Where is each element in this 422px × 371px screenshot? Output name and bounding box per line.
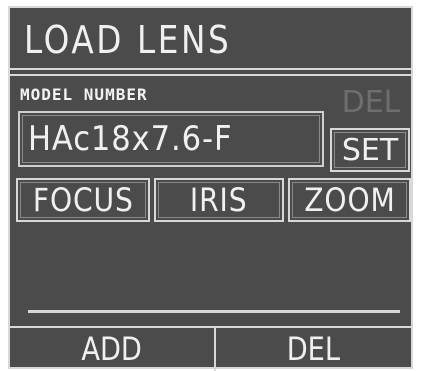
tab-iris[interactable]: IRIS <box>154 178 284 222</box>
set-button-label: SET <box>341 132 399 168</box>
tab-zoom-label: ZOOM <box>303 181 396 219</box>
add-button-label: ADD <box>81 330 143 368</box>
page-title: LOAD LENS <box>24 18 232 62</box>
bottom-bar-divider <box>10 326 411 328</box>
tab-iris-label: IRIS <box>190 181 248 219</box>
delete-model-button-label: DEL <box>341 84 401 120</box>
model-number-field[interactable]: HAc18x7.6-F <box>18 111 324 167</box>
delete-button[interactable]: DEL <box>216 330 411 368</box>
delete-model-button[interactable]: DEL <box>334 78 408 126</box>
tab-zoom[interactable]: ZOOM <box>288 178 411 222</box>
tab-focus-label: FOCUS <box>32 181 134 219</box>
tab-focus[interactable]: FOCUS <box>16 178 150 222</box>
set-button[interactable]: SET <box>330 128 410 172</box>
delete-button-label: DEL <box>286 330 341 368</box>
model-number-value: HAc18x7.6-F <box>28 119 233 159</box>
title-divider-inner <box>10 74 411 76</box>
content-divider <box>28 310 400 313</box>
title-divider <box>10 68 411 70</box>
model-number-label: MODEL NUMBER <box>20 85 148 104</box>
add-button[interactable]: ADD <box>10 330 214 368</box>
lens-screen: LOAD LENS MODEL NUMBER DEL HAc18x7.6-F S… <box>8 6 413 371</box>
